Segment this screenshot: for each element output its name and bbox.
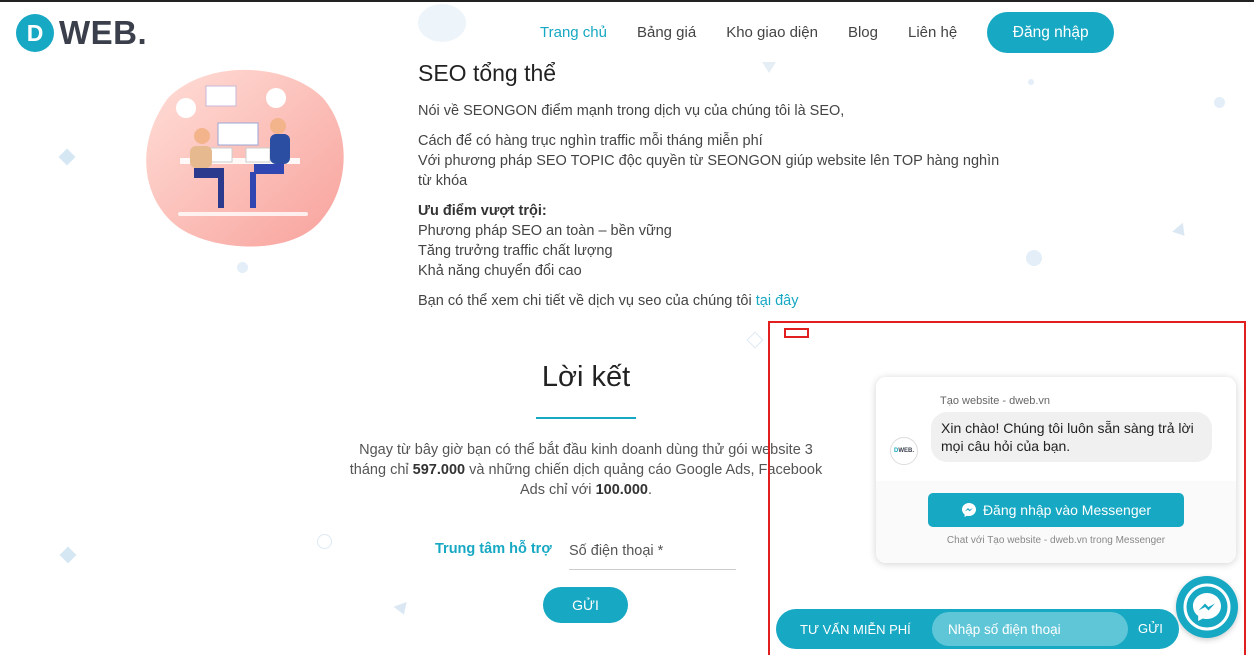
support-center-label: Trung tâm hỗ trợ — [435, 541, 552, 557]
seo-title: SEO tổng thể — [418, 60, 557, 86]
messenger-login-button[interactable]: Đăng nhập vào Messenger — [928, 493, 1184, 527]
login-button[interactable]: Đăng nhập — [987, 12, 1115, 53]
bg-diamond — [58, 148, 76, 166]
messenger-login-label: Đăng nhập vào Messenger — [982, 502, 1152, 518]
messenger-icon — [1183, 583, 1231, 631]
highlight-marker — [784, 328, 809, 338]
nav-pricing[interactable]: Bảng giá — [637, 13, 696, 53]
bg-diamond-outline — [746, 331, 764, 349]
bg-ring — [317, 534, 332, 549]
free-consult-bar: TƯ VẤN MIỄN PHÍ GỬI — [776, 609, 1179, 649]
seo-detail-text: Bạn có thể xem chi tiết về dịch vụ seo c… — [418, 293, 756, 309]
avatar-text: WEB. — [898, 448, 914, 454]
top-border — [0, 0, 1254, 2]
chat-footer: Chat với Tạo website - dweb.vn trong Mes… — [946, 535, 1166, 546]
logo[interactable]: D WEB. — [16, 14, 147, 52]
messenger-fab[interactable] — [1176, 576, 1238, 638]
advantages-title: Ưu điểm vượt trội: — [418, 203, 547, 219]
bg-dot — [1028, 79, 1034, 85]
bg-triangle — [1172, 222, 1190, 241]
chat-avatar: D WEB. — [890, 437, 918, 465]
ads-price: 100.000 — [595, 482, 648, 498]
seo-line2: Với phương pháp SEO TOPIC độc quyền từ S… — [418, 153, 1000, 189]
messenger-icon — [961, 503, 976, 517]
consult-phone-input[interactable] — [932, 612, 1128, 646]
nav-blog[interactable]: Blog — [848, 13, 878, 53]
seo-illustration — [146, 69, 344, 247]
title-underline — [536, 417, 636, 419]
advantage-item: Tăng trưởng traffic chất lượng — [418, 243, 613, 259]
nav-themes[interactable]: Kho giao diện — [726, 13, 818, 53]
seo-intro: Nói về SEONGON điểm mạnh trong dịch vụ c… — [418, 103, 845, 119]
messenger-chat-popup: Tạo website - dweb.vn D WEB. Xin chào! Ch… — [876, 377, 1236, 563]
phone-input[interactable] — [569, 532, 736, 570]
nav-contact[interactable]: Liên hệ — [908, 13, 957, 53]
bg-blob — [418, 4, 466, 42]
send-button[interactable]: GỬI — [543, 587, 628, 623]
closing-text-part: . — [647, 482, 653, 498]
logo-text: WEB. — [59, 14, 148, 51]
advantage-item: Khả năng chuyển đổi cao — [418, 263, 582, 279]
bg-triangle — [393, 601, 411, 618]
logo-badge: D — [16, 14, 54, 52]
chat-sender-name: Tạo website - dweb.vn — [940, 395, 1051, 407]
bg-dot — [237, 262, 248, 273]
seo-detail-link[interactable]: tại đây — [756, 293, 799, 309]
advantage-item: Phương pháp SEO an toàn – bền vững — [418, 223, 672, 239]
bg-dot — [1026, 250, 1042, 266]
consult-send-button[interactable]: GỬI — [1138, 621, 1163, 636]
closing-text: Ngay từ bây giờ bạn có thể bắt đầu kinh … — [346, 440, 826, 500]
bg-dot — [1214, 97, 1225, 108]
website-price: 597.000 — [412, 462, 466, 478]
seo-detail: Bạn có thể xem chi tiết về dịch vụ seo c… — [418, 291, 1008, 311]
chat-message: Xin chào! Chúng tôi luôn sẵn sàng trả lờ… — [931, 412, 1212, 462]
nav-home[interactable]: Trang chủ — [540, 13, 607, 53]
chat-header: Tạo website - dweb.vn D WEB. Xin chào! Ch… — [876, 377, 1236, 481]
bg-diamond — [59, 546, 77, 564]
seo-article: SEO tổng thể Nói về SEONGON điểm mạnh tr… — [418, 60, 1008, 311]
seo-line1: Cách để có hàng trục nghìn traffic mỗi t… — [418, 133, 763, 149]
main-nav: Trang chủ Bảng giá Kho giao diện Blog Li… — [540, 12, 1115, 53]
consult-label: TƯ VẤN MIỄN PHÍ — [800, 622, 911, 637]
